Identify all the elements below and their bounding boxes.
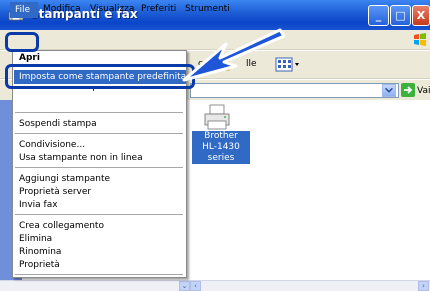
horizontal-scrollbar[interactable] bbox=[0, 280, 430, 291]
printer-icon[interactable] bbox=[202, 103, 232, 131]
menu-file[interactable]: File bbox=[10, 2, 38, 18]
go-button-label[interactable]: Vai bbox=[417, 86, 430, 96]
menu-visualizza[interactable]: Visualizza bbox=[90, 4, 134, 14]
callout-file-highlight bbox=[5, 32, 39, 52]
menu-item-rinomina[interactable]: Rinomina bbox=[19, 247, 61, 257]
menu-separator bbox=[15, 214, 183, 215]
minimize-button[interactable]: _ bbox=[368, 5, 389, 26]
windows-logo-icon bbox=[414, 33, 426, 46]
menu-separator bbox=[15, 133, 183, 134]
printer-label-line2: HL-1430 series bbox=[202, 142, 240, 163]
menu-preferiti[interactable]: Preferiti bbox=[141, 4, 176, 14]
menu-item-crea-collegamento[interactable]: Crea collegamento bbox=[19, 221, 104, 231]
menu-item-proprieta-server[interactable]: Proprietà server bbox=[19, 187, 91, 197]
go-arrow-icon[interactable] bbox=[401, 83, 415, 97]
menu-item-condivisione[interactable]: Condivisione... bbox=[19, 140, 85, 150]
printer-label-line1: Brother bbox=[204, 131, 238, 141]
menu-separator bbox=[15, 167, 183, 168]
menu-item-invia-fax[interactable]: Invia fax bbox=[19, 200, 58, 210]
maximize-button[interactable]: □ bbox=[390, 5, 411, 26]
menu-separator bbox=[15, 274, 183, 275]
scroll-left-icon[interactable]: ‹ bbox=[190, 281, 201, 291]
menu-item-sospendi-stampa[interactable]: Sospendi stampa bbox=[19, 119, 97, 129]
scroll-down-icon[interactable]: ⌄ bbox=[179, 281, 190, 291]
menu-separator bbox=[15, 112, 183, 113]
menu-item-usa-non-in-linea[interactable]: Usa stampante non in linea bbox=[19, 153, 143, 163]
close-button[interactable]: X bbox=[412, 5, 430, 26]
menu-item-aggiungi-stampante[interactable]: Aggiungi stampante bbox=[19, 174, 110, 184]
address-dropdown-icon[interactable] bbox=[382, 84, 396, 97]
printer-label[interactable]: Brother HL-1430 series bbox=[192, 131, 250, 164]
menu-item-apri[interactable]: Apri bbox=[19, 53, 40, 63]
menu-modifica[interactable]: Modifica bbox=[43, 4, 81, 14]
scroll-right-icon[interactable]: › bbox=[418, 281, 429, 291]
callout-arrow-icon bbox=[182, 28, 286, 82]
menu-item-proprieta[interactable]: Proprietà bbox=[19, 260, 60, 270]
callout-item-highlight bbox=[5, 64, 195, 89]
menu-item-elimina[interactable]: Elimina bbox=[19, 234, 52, 244]
menu-strumenti[interactable]: Strumenti bbox=[185, 4, 230, 14]
